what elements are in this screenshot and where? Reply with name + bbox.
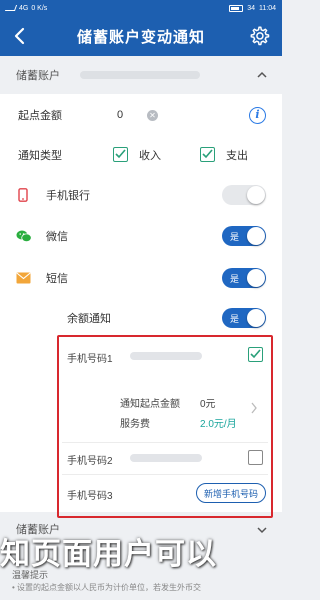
amount-row: 起点金额 0 ✕ i: [0, 104, 282, 126]
channel-label-wechat: 微信: [46, 231, 68, 243]
toggle-knob: [247, 309, 265, 327]
app-header: 储蓄账户变动通知: [0, 16, 282, 56]
network-indicator: 4G: [19, 4, 29, 12]
balance-notify-toggle[interactable]: 是: [222, 308, 266, 328]
expense-label: 支出: [226, 150, 248, 162]
chevron-up-icon[interactable]: [256, 69, 268, 81]
channel-row-wechat: 微信 是: [0, 225, 282, 247]
wechat-icon: [16, 230, 32, 243]
income-label: 收入: [139, 150, 161, 162]
expense-checkbox[interactable]: [200, 147, 215, 162]
clear-icon[interactable]: ✕: [147, 109, 158, 121]
amount-input[interactable]: 0: [117, 109, 123, 121]
balance-notify-row: 余额通知 是: [0, 307, 282, 329]
clock: 11:04: [259, 4, 276, 12]
notify-type-label: 通知类型: [18, 150, 62, 162]
toggle-state-text: 是: [230, 314, 240, 324]
battery-icon: [229, 4, 244, 12]
battery-level: 34: [247, 4, 255, 12]
status-bar: 4G 0 K/s 34 11:04: [0, 0, 282, 16]
toggle-state-text: 是: [230, 274, 240, 284]
income-checkbox[interactable]: [113, 147, 128, 162]
account-label: 储蓄账户: [16, 70, 60, 82]
channel-label-sms: 短信: [46, 273, 68, 285]
wechat-toggle[interactable]: 是: [222, 226, 266, 246]
page-title: 储蓄账户变动通知: [76, 28, 205, 46]
highlight-box: [57, 335, 273, 518]
info-icon[interactable]: i: [249, 106, 266, 124]
sms-toggle[interactable]: 是: [222, 268, 266, 288]
envelope-icon: [16, 272, 31, 284]
toggle-knob: [247, 227, 265, 245]
mobile-banking-toggle[interactable]: 否: [222, 185, 266, 205]
footnote: • 设置的起点金额以人民币为计价单位，若发生外币交: [12, 583, 202, 592]
back-arrow-icon[interactable]: [10, 26, 30, 46]
gear-icon[interactable]: [248, 25, 270, 47]
amount-label: 起点金额: [18, 110, 62, 122]
network-speed: 0 K/s: [31, 4, 48, 12]
account-number-masked: [80, 71, 200, 79]
toggle-knob: [247, 186, 265, 204]
account-selector[interactable]: 储蓄账户: [0, 56, 282, 94]
notify-type-row: 通知类型 收入 支出: [0, 144, 282, 166]
channel-row-sms: 短信 是: [0, 267, 282, 289]
channel-row-mobile-banking: 手机银行 否: [0, 184, 282, 206]
video-caption: 知页面用户可以: [0, 538, 217, 571]
mobile-phone-icon: [18, 188, 28, 202]
toggle-state-text: 是: [230, 232, 240, 242]
signal-icon: [4, 5, 18, 11]
balance-notify-label: 余额通知: [67, 313, 111, 325]
toggle-knob: [247, 269, 265, 287]
channel-label-mobile-banking: 手机银行: [46, 190, 90, 202]
